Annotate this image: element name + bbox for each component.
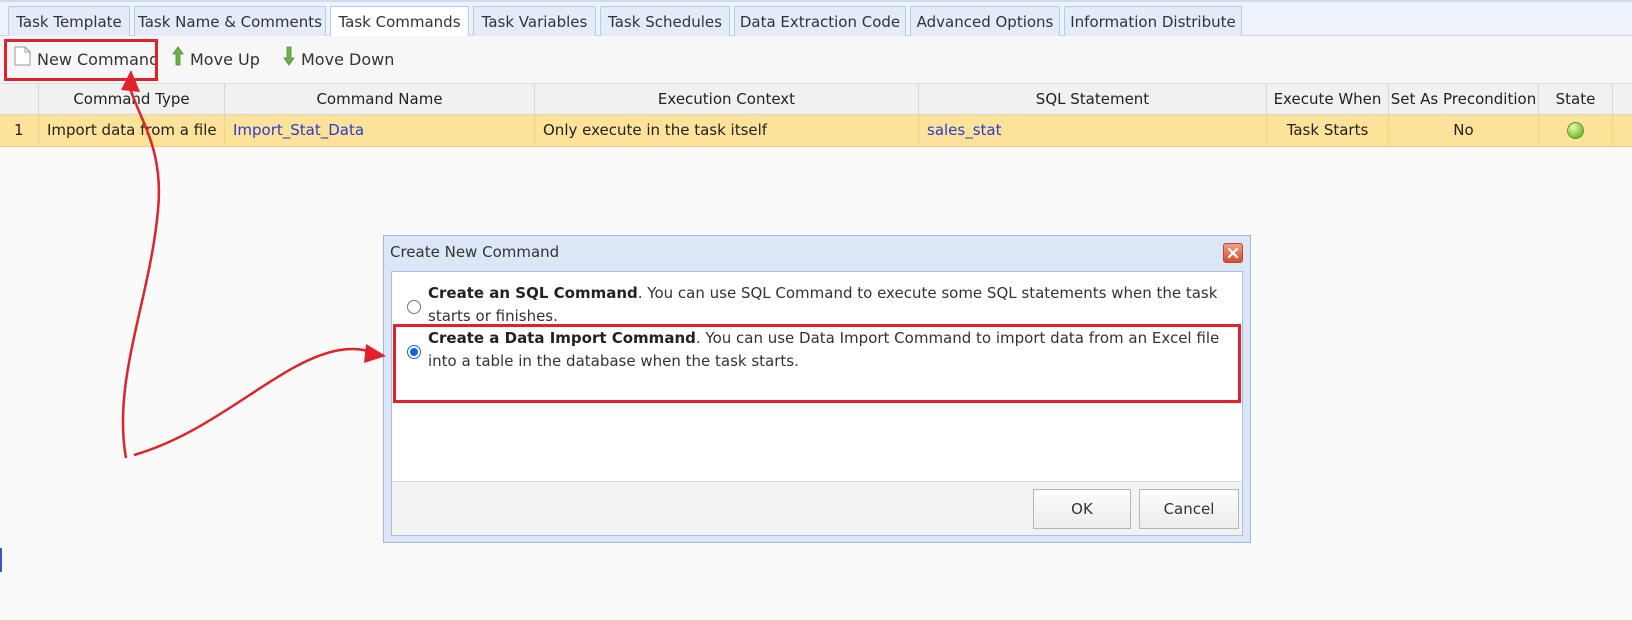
sql-command-radio[interactable] [407, 300, 421, 314]
cell-sql-statement-link[interactable]: sales_stat [919, 115, 1267, 146]
tab-task-variables[interactable]: Task Variables [473, 6, 596, 38]
row-number: 1 [0, 115, 39, 146]
tab-advanced-options[interactable]: Advanced Options [910, 6, 1060, 38]
arrow-down-icon [283, 46, 295, 75]
column-header-execute-when[interactable]: Execute When [1267, 84, 1389, 114]
row-number-header [0, 84, 39, 114]
cell-execute-when: Task Starts [1267, 115, 1389, 146]
tab-bar: Task Template Task Name & Comments Task … [0, 0, 1632, 39]
tab-task-commands[interactable]: Task Commands [330, 6, 469, 39]
column-header-command-type[interactable]: Command Type [39, 84, 225, 114]
dialog-body: Create an SQL Command. You can use SQL C… [391, 271, 1243, 536]
close-button[interactable] [1223, 243, 1243, 263]
arrow-up-icon [172, 46, 184, 75]
option-sql-command[interactable]: Create an SQL Command. You can use SQL C… [392, 282, 1242, 328]
column-header-state[interactable]: State [1539, 84, 1613, 114]
tab-data-extraction-code[interactable]: Data Extraction Code [734, 6, 906, 38]
option-sql-description: Create an SQL Command. You can use SQL C… [428, 282, 1238, 328]
green-status-dot-icon [1567, 122, 1584, 139]
cell-command-name-link[interactable]: Import_Stat_Data [225, 115, 535, 146]
move-down-button[interactable]: Move Down [283, 46, 394, 74]
cell-execution-context: Only execute in the task itself [535, 115, 919, 146]
command-grid-header: Command Type Command Name Execution Cont… [0, 84, 1632, 115]
cell-precondition: No [1389, 115, 1539, 146]
move-up-label: Move Up [190, 50, 260, 69]
table-row[interactable]: 1 Import data from a file Import_Stat_Da… [0, 115, 1632, 147]
column-header-command-name[interactable]: Command Name [225, 84, 535, 114]
dialog-footer: OK Cancel [392, 481, 1242, 535]
column-header-sql-statement[interactable]: SQL Statement [919, 84, 1267, 114]
cell-command-type: Import data from a file [39, 115, 225, 146]
annotation-highlight-import-option [393, 324, 1241, 403]
column-header-precondition[interactable]: Set As Precondition [1389, 84, 1539, 114]
cell-state [1539, 115, 1613, 146]
annotation-highlight-new-command [4, 39, 158, 81]
tab-task-schedules[interactable]: Task Schedules [600, 6, 730, 38]
command-toolbar: New Command Move Up Move Down [0, 36, 1632, 84]
close-icon [1227, 247, 1239, 259]
tab-information-distribute[interactable]: Information Distribute [1064, 6, 1242, 38]
window-edge [0, 548, 2, 572]
option-sql-title: Create an SQL Command [428, 284, 638, 302]
dialog-title: Create New Command [390, 243, 560, 261]
ok-button[interactable]: OK [1033, 489, 1131, 529]
cancel-button[interactable]: Cancel [1139, 489, 1239, 529]
tab-task-name-comments[interactable]: Task Name & Comments [134, 6, 326, 38]
tab-task-template[interactable]: Task Template [8, 6, 130, 38]
move-down-label: Move Down [301, 50, 395, 69]
column-header-execution-context[interactable]: Execution Context [535, 84, 919, 114]
move-up-button[interactable]: Move Up [172, 46, 260, 74]
